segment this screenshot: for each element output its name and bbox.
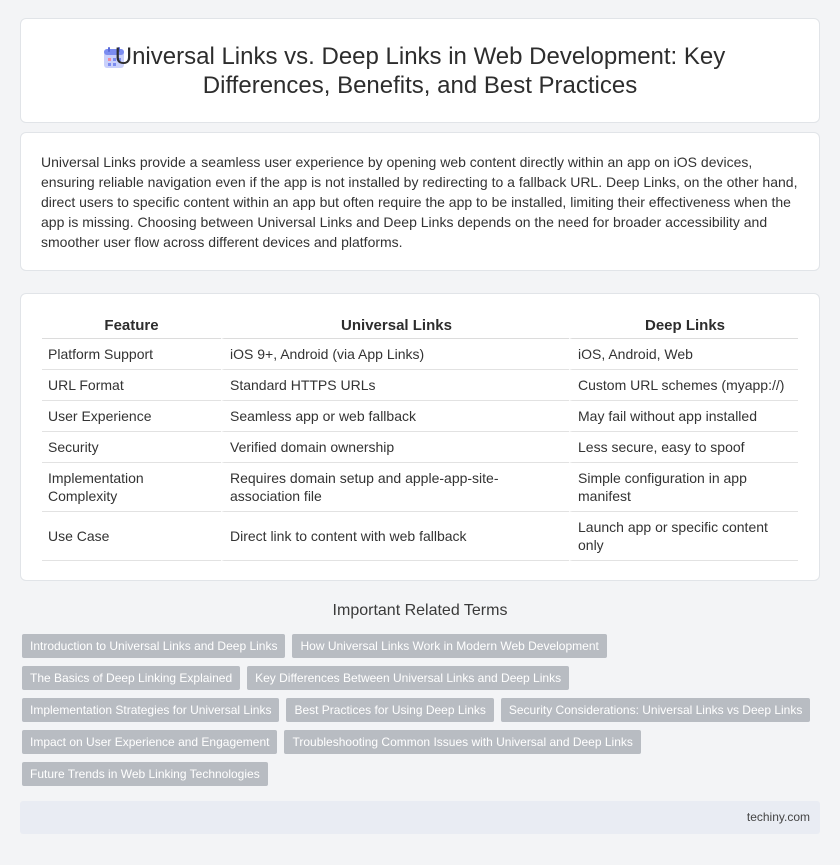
related-term-tag[interactable]: Implementation Strategies for Universal … xyxy=(22,698,280,722)
tag-row: Implementation Strategies for Universal … xyxy=(22,698,822,722)
table-cell: Seamless app or web fallback xyxy=(221,401,569,432)
related-term-tag[interactable]: The Basics of Deep Linking Explained xyxy=(22,666,241,690)
table-cell: May fail without app installed xyxy=(569,401,798,432)
table-cell: Standard HTTPS URLs xyxy=(221,370,569,401)
table-cell: Verified domain ownership xyxy=(221,432,569,463)
related-terms-heading: Important Related Terms xyxy=(332,602,508,619)
comparison-table: Feature Universal Links Deep Links Platf… xyxy=(42,314,798,561)
table-row: Use Case Direct link to content with web… xyxy=(42,512,798,561)
related-term-tag[interactable]: Introduction to Universal Links and Deep… xyxy=(22,634,286,658)
column-header-deep-links: Deep Links xyxy=(569,314,798,339)
summary-card: Universal Links provide a seamless user … xyxy=(20,132,820,271)
table-row: Platform Support iOS 9+, Android (via Ap… xyxy=(42,339,798,370)
table-cell: Direct link to content with web fallback xyxy=(221,512,569,561)
table-cell: Simple configuration in app manifest xyxy=(569,463,798,512)
table-cell: Requires domain setup and apple-app-site… xyxy=(221,463,569,512)
table-row: User Experience Seamless app or web fall… xyxy=(42,401,798,432)
related-term-tag[interactable]: Best Practices for Using Deep Links xyxy=(286,698,494,722)
tag-row: The Basics of Deep Linking Explained Key… xyxy=(22,666,822,690)
table-cell: iOS, Android, Web xyxy=(569,339,798,370)
table-cell: URL Format xyxy=(42,370,221,401)
column-header-universal-links: Universal Links xyxy=(221,314,569,339)
related-term-tag[interactable]: Security Considerations: Universal Links… xyxy=(500,698,811,722)
title-card: Universal Links vs. Deep Links in Web De… xyxy=(20,18,820,123)
table-cell: Less secure, easy to spoof xyxy=(569,432,798,463)
related-term-tag[interactable]: Troubleshooting Common Issues with Unive… xyxy=(284,730,641,754)
footer-site-link[interactable]: techiny.com xyxy=(747,810,810,824)
table-cell: User Experience xyxy=(42,401,221,432)
footer-bar: techiny.com xyxy=(20,801,820,834)
table-row: Security Verified domain ownership Less … xyxy=(42,432,798,463)
page-title: Universal Links vs. Deep Links in Web De… xyxy=(114,42,726,99)
related-term-tag[interactable]: Impact on User Experience and Engagement xyxy=(22,730,278,754)
tag-row: Future Trends in Web Linking Technologie… xyxy=(22,762,822,786)
related-term-tag[interactable]: How Universal Links Work in Modern Web D… xyxy=(292,634,607,658)
table-cell: iOS 9+, Android (via App Links) xyxy=(221,339,569,370)
table-header-row: Feature Universal Links Deep Links xyxy=(42,314,798,339)
table-cell: Use Case xyxy=(42,512,221,561)
table-cell: Implementation Complexity xyxy=(42,463,221,512)
tag-row: Impact on User Experience and Engagement… xyxy=(22,730,822,754)
related-term-tag[interactable]: Future Trends in Web Linking Technologie… xyxy=(22,762,268,786)
related-term-tag[interactable]: Key Differences Between Universal Links … xyxy=(247,666,570,690)
related-terms-list: Introduction to Universal Links and Deep… xyxy=(22,634,822,794)
table-row: Implementation Complexity Requires domai… xyxy=(42,463,798,512)
table-cell: Security xyxy=(42,432,221,463)
table-row: URL Format Standard HTTPS URLs Custom UR… xyxy=(42,370,798,401)
tag-row: Introduction to Universal Links and Deep… xyxy=(22,634,822,658)
table-cell: Platform Support xyxy=(42,339,221,370)
table-cell: Launch app or specific content only xyxy=(569,512,798,561)
comparison-card: Feature Universal Links Deep Links Platf… xyxy=(20,293,820,581)
column-header-feature: Feature xyxy=(42,314,221,339)
summary-paragraph: Universal Links provide a seamless user … xyxy=(41,154,798,250)
table-cell: Custom URL schemes (myapp://) xyxy=(569,370,798,401)
